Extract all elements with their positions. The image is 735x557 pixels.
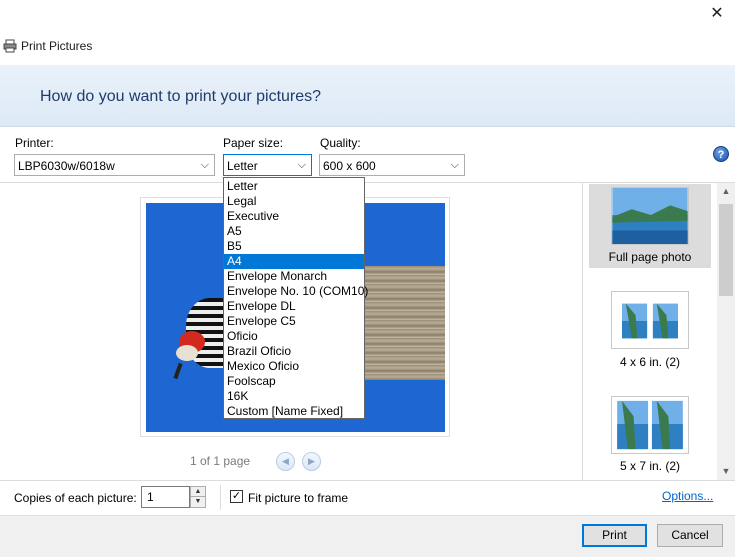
full-page-thumbnail bbox=[611, 187, 689, 245]
paper-size-option[interactable]: Executive bbox=[224, 209, 364, 224]
paper-size-option[interactable]: Legal bbox=[224, 194, 364, 209]
paper-size-option[interactable]: A5 bbox=[224, 224, 364, 239]
paper-size-option[interactable]: Custom [Name Fixed] bbox=[224, 404, 364, 419]
dialog-title: Print Pictures bbox=[21, 39, 93, 53]
cancel-button[interactable]: Cancel bbox=[657, 524, 723, 547]
printer-label: Printer: bbox=[15, 136, 54, 150]
layout-label: Full page photo bbox=[608, 250, 692, 264]
fit-picture-checkbox[interactable]: ✓ bbox=[230, 490, 243, 503]
5x7-thumbnail bbox=[611, 396, 689, 454]
next-page-button[interactable]: ▶ bbox=[302, 452, 321, 471]
paper-size-option[interactable]: Letter bbox=[224, 179, 364, 194]
printer-select[interactable]: LBP6030w/6018w ⌵ bbox=[14, 154, 215, 176]
printer-value: LBP6030w/6018w bbox=[18, 159, 115, 173]
paper-size-option[interactable]: Envelope DL bbox=[224, 299, 364, 314]
divider bbox=[0, 480, 735, 481]
paper-size-value: Letter bbox=[227, 159, 258, 173]
quality-select[interactable]: 600 x 600 ⌵ bbox=[319, 154, 465, 176]
scroll-down-icon[interactable]: ▼ bbox=[717, 463, 735, 480]
paper-size-option[interactable]: Mexico Oficio bbox=[224, 359, 364, 374]
chevron-down-icon: ⌵ bbox=[450, 159, 459, 171]
quality-value: 600 x 600 bbox=[323, 159, 376, 173]
paper-size-option[interactable]: Oficio bbox=[224, 329, 364, 344]
help-icon[interactable]: ? bbox=[713, 146, 729, 162]
printer-icon bbox=[3, 39, 17, 53]
page-title: How do you want to print your pictures? bbox=[40, 88, 322, 105]
copies-value: 1 bbox=[147, 490, 154, 504]
paper-size-option[interactable]: A4 bbox=[224, 254, 364, 269]
layout-label: 5 x 7 in. (2) bbox=[619, 459, 681, 473]
layout-list: Full page photo 4 x 6 in. (2) 5 x 7 in. … bbox=[583, 183, 717, 480]
chevron-down-icon: ⌵ bbox=[200, 159, 209, 171]
layout-item-4x6[interactable]: 4 x 6 in. (2) bbox=[589, 290, 711, 372]
quality-label: Quality: bbox=[320, 136, 361, 150]
4x6-thumbnail bbox=[611, 291, 689, 349]
copies-label: Copies of each picture: bbox=[14, 491, 137, 505]
woodpecker-face bbox=[176, 345, 198, 361]
paper-size-dropdown-list[interactable]: Letter Legal Executive A5 B5 A4 Envelope Monar… bbox=[223, 177, 368, 419]
scroll-up-icon[interactable]: ▲ bbox=[717, 183, 735, 200]
paper-size-option[interactable]: Envelope Monarch bbox=[224, 269, 364, 284]
paper-size-option[interactable]: Brazil Oficio bbox=[224, 344, 364, 359]
layout-item-5x7[interactable]: 5 x 7 in. (2) bbox=[589, 395, 711, 477]
woodpecker-beak bbox=[173, 362, 183, 380]
previous-page-button[interactable]: ◀ bbox=[276, 452, 295, 471]
paper-size-label: Paper size: bbox=[223, 136, 284, 150]
close-icon[interactable]: ✕ bbox=[709, 6, 725, 22]
paper-size-option[interactable]: Envelope No. 10 (COM10) bbox=[224, 284, 368, 299]
header-banner: How do you want to print your pictures? bbox=[0, 65, 735, 127]
paper-size-option[interactable]: Envelope C5 bbox=[224, 314, 364, 329]
divider bbox=[220, 485, 221, 510]
page-counter: 1 of 1 page bbox=[190, 454, 251, 468]
paper-size-option[interactable]: 16K bbox=[224, 389, 364, 404]
paper-size-option[interactable]: B5 bbox=[224, 239, 364, 254]
layout-scrollbar[interactable]: ▲ ▼ bbox=[717, 183, 735, 480]
wood-post-image bbox=[361, 266, 445, 380]
layout-item-full-page[interactable]: Full page photo bbox=[589, 184, 711, 268]
layout-label: 4 x 6 in. (2) bbox=[619, 355, 681, 369]
print-button[interactable]: Print bbox=[582, 524, 647, 547]
stepper-down-icon[interactable]: ▼ bbox=[191, 497, 205, 507]
paper-size-select[interactable]: Letter ⌵ bbox=[223, 154, 312, 176]
copies-input[interactable]: 1 bbox=[141, 486, 190, 508]
paper-size-option[interactable]: Foolscap bbox=[224, 374, 364, 389]
copies-stepper[interactable]: ▲ ▼ bbox=[190, 486, 206, 508]
fit-picture-label[interactable]: Fit picture to frame bbox=[248, 491, 348, 505]
chevron-down-icon: ⌵ bbox=[297, 159, 306, 171]
window-titlebar: ✕ bbox=[0, 0, 735, 31]
stepper-up-icon[interactable]: ▲ bbox=[191, 487, 205, 497]
options-link[interactable]: Options... bbox=[662, 489, 713, 503]
scrollbar-thumb[interactable] bbox=[719, 204, 733, 296]
dialog-title-bar: Print Pictures bbox=[0, 31, 735, 65]
